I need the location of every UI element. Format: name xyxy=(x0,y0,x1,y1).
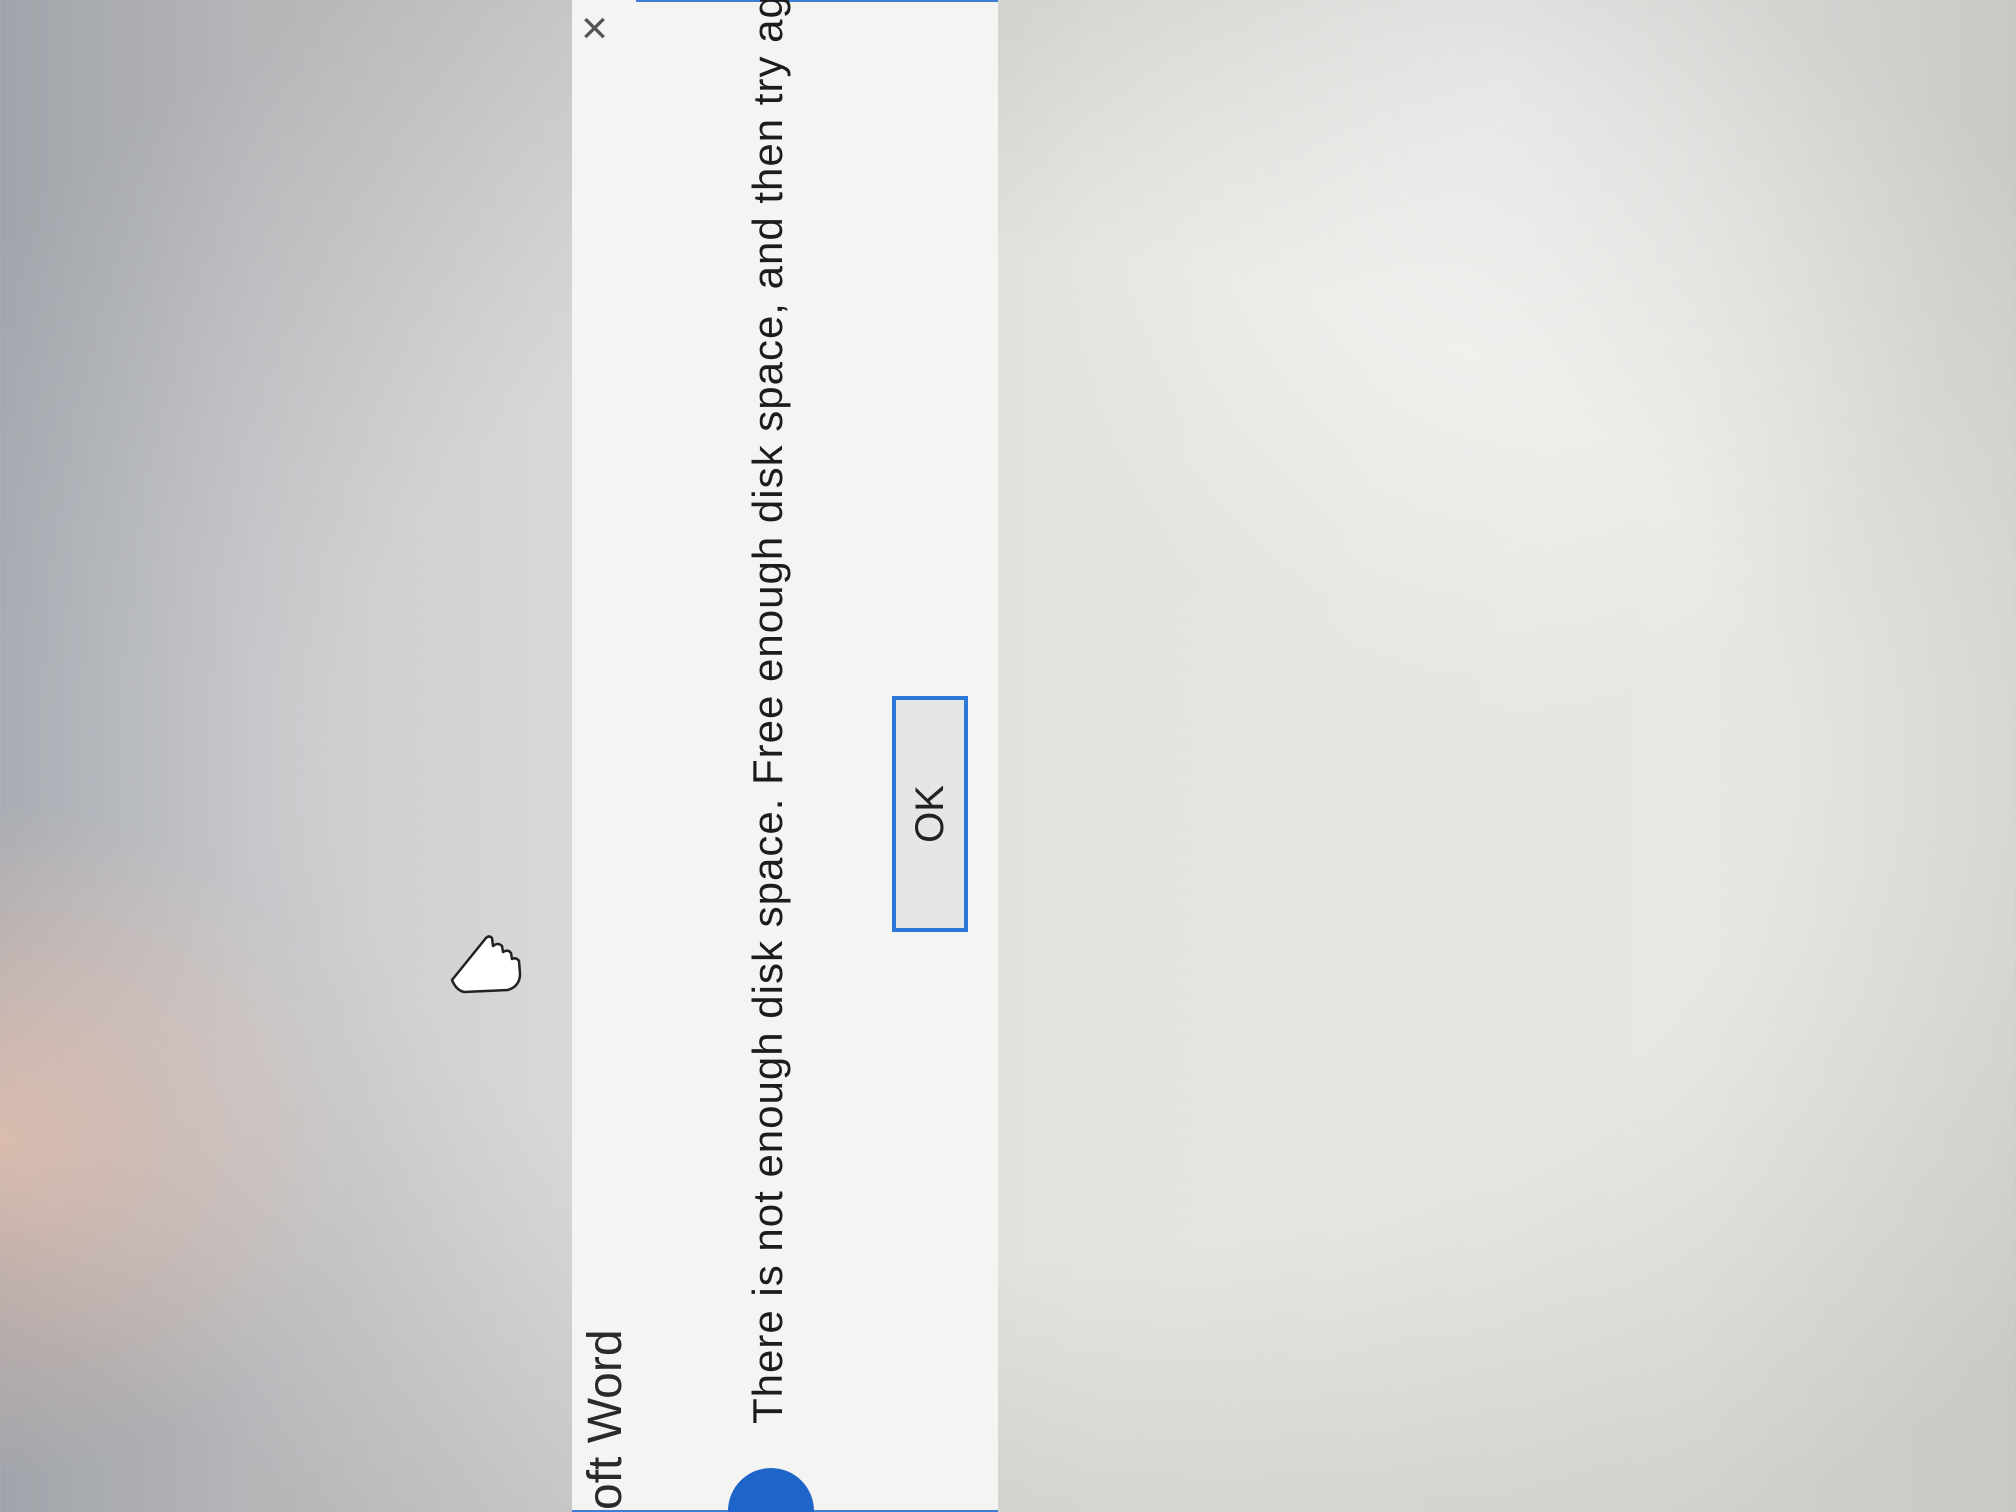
dialog-title: oft Word xyxy=(579,1329,632,1510)
dialog-titlebar: oft Word × xyxy=(568,0,636,1510)
error-dialog: oft Word × There is not enough disk spac… xyxy=(568,0,998,1512)
close-button[interactable]: × xyxy=(564,0,624,58)
ok-button[interactable]: OK xyxy=(892,696,968,932)
close-icon: × xyxy=(568,14,620,42)
hand-pointer-icon xyxy=(450,935,522,994)
screen-vignette xyxy=(0,0,2016,1512)
info-icon xyxy=(728,1468,814,1512)
dialog-message: There is not enough disk space. Free eno… xyxy=(744,0,791,1424)
